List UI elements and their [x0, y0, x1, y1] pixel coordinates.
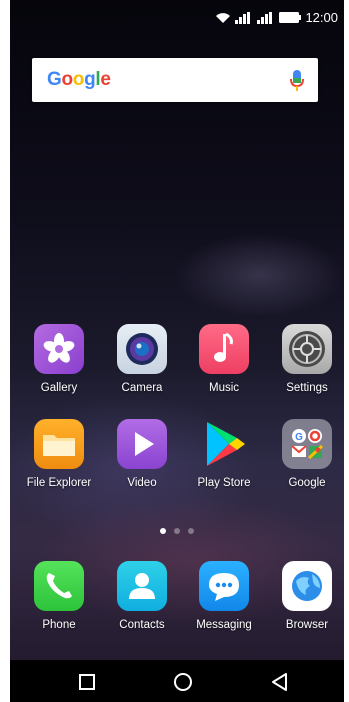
camera-icon [117, 324, 167, 374]
status-bar: 12:00 [10, 0, 344, 36]
app-label: File Explorer [26, 477, 92, 489]
contacts-icon [117, 561, 167, 611]
google-search-bar[interactable]: Google [32, 58, 318, 102]
folder-icon [34, 419, 84, 469]
app-phone[interactable]: Phone [22, 561, 96, 631]
page-dot[interactable] [188, 528, 195, 534]
phone-icon [34, 561, 84, 611]
app-messaging[interactable]: Messaging [187, 561, 261, 631]
app-label: Gallery [40, 382, 78, 394]
signal-sim2-icon [257, 11, 275, 24]
app-browser[interactable]: Browser [270, 561, 344, 631]
microphone-icon[interactable] [290, 70, 304, 97]
app-gallery[interactable]: Gallery [22, 324, 96, 394]
app-camera[interactable]: Camera [105, 324, 179, 394]
app-label: Settings [286, 382, 328, 394]
circle-icon [174, 673, 192, 691]
svg-text:G: G [295, 432, 303, 443]
app-settings[interactable]: Settings [270, 324, 344, 394]
app-label: Video [127, 477, 157, 489]
music-icon [199, 324, 249, 374]
app-label: Contacts [119, 619, 165, 631]
app-file-explorer[interactable]: File Explorer [22, 419, 96, 489]
back-button[interactable] [268, 670, 292, 694]
app-label: Camera [121, 382, 163, 394]
app-music[interactable]: Music [187, 324, 261, 394]
page-indicator [10, 521, 344, 539]
page-dot[interactable] [159, 528, 166, 534]
messaging-icon [199, 561, 249, 611]
app-label: Google [288, 477, 326, 489]
app-google-folder[interactable]: G Google [270, 419, 344, 489]
app-play-store[interactable]: Play Store [187, 419, 261, 489]
home-screen: 12:00 Google Gallery Camera Music Settin… [10, 0, 344, 702]
battery-icon [279, 12, 302, 23]
recents-button[interactable] [75, 670, 99, 694]
app-contacts[interactable]: Contacts [105, 561, 179, 631]
video-icon [117, 419, 167, 469]
gallery-icon [34, 324, 84, 374]
triangle-back-icon [272, 673, 287, 691]
google-logo: Google [47, 69, 111, 90]
play-store-icon [199, 419, 249, 469]
browser-icon [282, 561, 332, 611]
app-label: Play Store [197, 477, 251, 489]
navigation-bar [10, 660, 344, 702]
app-label: Phone [42, 619, 76, 631]
page-dot[interactable] [174, 528, 180, 534]
wifi-icon [215, 12, 231, 24]
status-time: 12:00 [305, 10, 338, 25]
app-video[interactable]: Video [105, 419, 179, 489]
square-icon [79, 674, 95, 690]
app-label: Messaging [196, 619, 252, 631]
signal-sim1-icon [235, 11, 253, 24]
google-folder-icon: G [282, 419, 332, 469]
settings-icon [282, 324, 332, 374]
home-button[interactable] [171, 670, 195, 694]
app-label: Browser [285, 619, 329, 631]
app-label: Music [208, 382, 240, 394]
